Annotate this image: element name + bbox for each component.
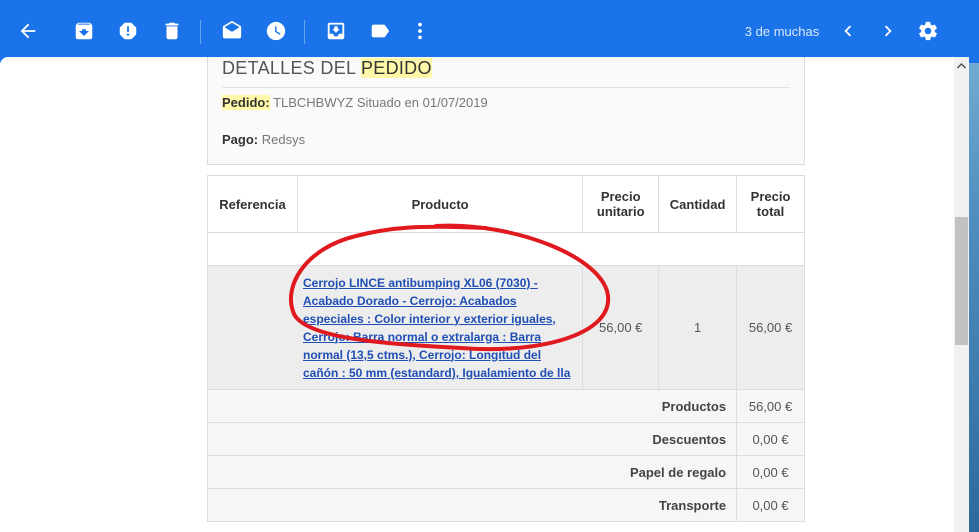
payment-label: Pago: xyxy=(222,132,259,147)
table-header-row: Referencia Producto Precio unitario Canti… xyxy=(207,175,805,233)
summary-value: 0,00 € xyxy=(736,488,805,522)
scrollbar-thumb[interactable] xyxy=(955,217,968,345)
gear-icon[interactable] xyxy=(916,19,940,43)
summary-label: Papel de regalo xyxy=(206,455,738,489)
empty-cell xyxy=(207,232,805,266)
toolbar-separator xyxy=(304,20,305,44)
product-line: Cerrojo LINCE antibumping XL06 (7030) - xyxy=(303,275,538,290)
header-quantity: Cantidad xyxy=(658,175,738,233)
summary-label: Descuentos xyxy=(206,422,738,456)
details-title-prefix: DETALLES DEL xyxy=(222,58,361,78)
summary-label: Transporte xyxy=(206,488,738,522)
table-row: Cerrojo LINCE antibumping XL06 (7030) - … xyxy=(206,265,805,390)
move-to-icon[interactable] xyxy=(324,19,348,43)
toolbar-separator xyxy=(200,20,201,44)
product-link[interactable]: Cerrojo LINCE antibumping XL06 (7030) - … xyxy=(303,274,572,382)
product-line: Acabado Dorado - Cerrojo: Acabados xyxy=(303,293,517,308)
details-title-highlight: PEDIDO xyxy=(360,58,432,78)
product-line: Cerrojo: Barra normal o extralarga : Bar… xyxy=(303,329,542,344)
product-line: normal (13,5 ctms.), Cerrojo: Longitud d… xyxy=(303,347,542,362)
pager-text: 3 de muchas xyxy=(744,24,820,39)
summary-row: Productos 56,00 € xyxy=(206,389,805,423)
product-line: cañón : 50 mm (estandard), Igualamiento … xyxy=(303,365,571,380)
email-body: DETALLES DEL PEDIDO Pedido: TLBCHBWYZ Si… xyxy=(0,57,969,532)
summary-label: Productos xyxy=(206,389,738,423)
summary-row: Papel de regalo 0,00 € xyxy=(206,455,805,489)
header-total-line1: Precio xyxy=(750,189,791,204)
spam-icon[interactable] xyxy=(116,19,140,43)
header-product: Producto xyxy=(296,175,584,233)
summary-row: Descuentos 0,00 € xyxy=(206,422,805,456)
order-label: Pedido: xyxy=(222,95,270,110)
back-arrow-icon[interactable] xyxy=(16,19,40,43)
snooze-icon[interactable] xyxy=(264,19,288,43)
summary-value: 0,00 € xyxy=(736,455,805,489)
product-cell: Cerrojo LINCE antibumping XL06 (7030) - … xyxy=(206,265,584,390)
header-unit-price-line2: unitario xyxy=(596,204,645,219)
more-vert-icon[interactable] xyxy=(408,19,432,43)
order-value: TLBCHBWYZ Situado en 01/07/2019 xyxy=(273,95,488,110)
label-icon[interactable] xyxy=(368,19,392,43)
unit-price-cell: 56,00 € xyxy=(582,265,660,390)
summary-value: 56,00 € xyxy=(736,389,805,423)
chevron-right-icon[interactable] xyxy=(876,19,900,43)
details-divider xyxy=(222,87,790,88)
order-line: Pedido: TLBCHBWYZ Situado en 01/07/2019 xyxy=(222,95,488,110)
summary-row: Transporte 0,00 € xyxy=(206,488,805,522)
order-details-box: DETALLES DEL PEDIDO Pedido: TLBCHBWYZ Si… xyxy=(207,57,805,165)
product-line: especiales : Color interior y exterior i… xyxy=(303,311,556,326)
details-title: DETALLES DEL PEDIDO xyxy=(222,58,432,79)
summary-value: 0,00 € xyxy=(736,422,805,456)
payment-value: Redsys xyxy=(261,132,306,147)
archive-icon[interactable] xyxy=(72,19,96,43)
header-total-line2: total xyxy=(756,204,785,219)
total-price-cell: 56,00 € xyxy=(736,265,805,390)
header-unit-price-line1: Precio xyxy=(600,189,641,204)
header-total-price: Precio total xyxy=(736,175,805,233)
header-reference: Referencia xyxy=(207,175,298,233)
payment-line: Pago: Redsys xyxy=(222,132,305,147)
chevron-left-icon[interactable] xyxy=(836,19,860,43)
table-row xyxy=(207,232,805,266)
order-table: Referencia Producto Precio unitario Canti… xyxy=(206,175,805,522)
header-unit-price: Precio unitario xyxy=(582,175,660,233)
mark-unread-icon[interactable] xyxy=(220,19,244,43)
email-toolbar: 3 de muchas xyxy=(0,0,979,63)
scroll-up-arrow-icon[interactable] xyxy=(954,60,969,72)
quantity-cell: 1 xyxy=(658,265,738,390)
delete-icon[interactable] xyxy=(160,19,184,43)
